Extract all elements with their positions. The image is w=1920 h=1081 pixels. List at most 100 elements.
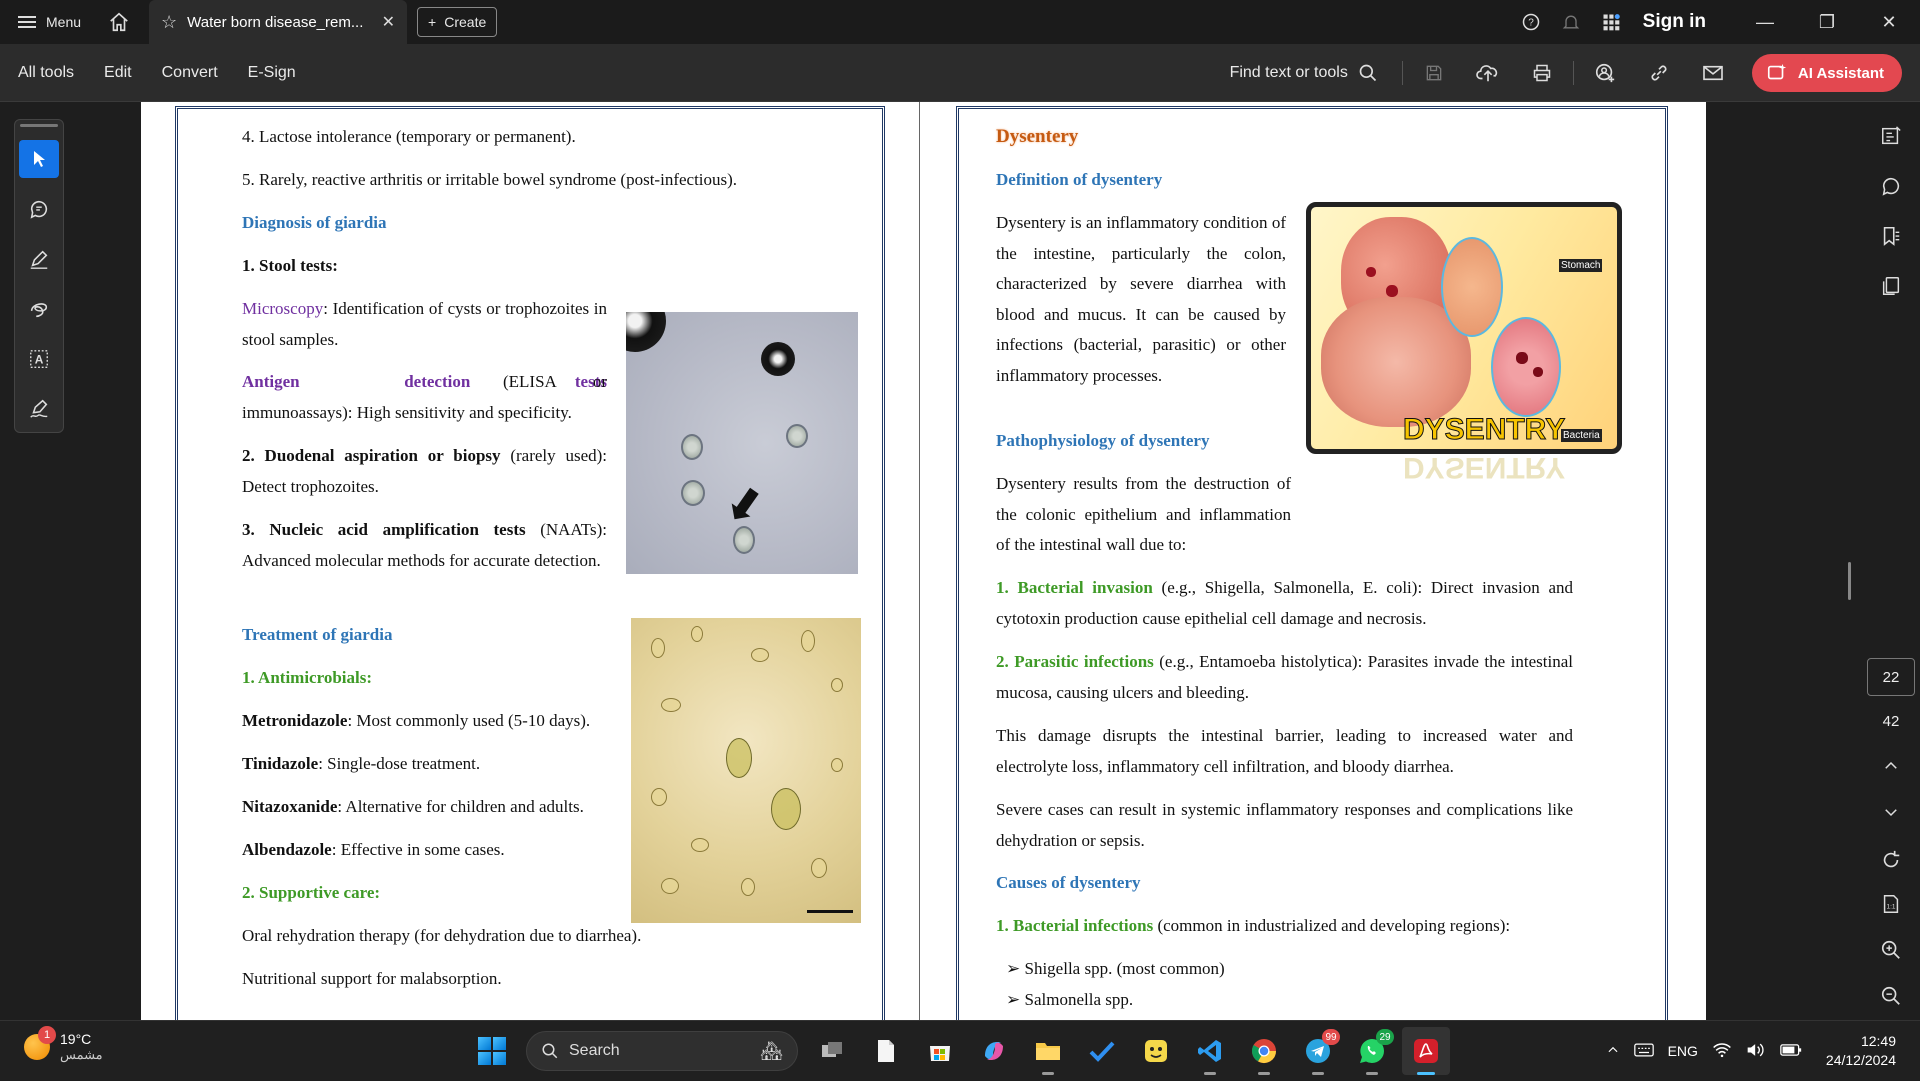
taskbar-search[interactable]: Search 🏘 xyxy=(526,1031,798,1071)
keyboard-icon[interactable] xyxy=(1633,1042,1654,1061)
rotate-icon[interactable] xyxy=(1871,840,1911,880)
acrobat-icon[interactable] xyxy=(1402,1027,1450,1075)
microsoft-store-icon[interactable] xyxy=(916,1027,964,1075)
pages-panel-icon[interactable] xyxy=(1871,266,1911,306)
sun-icon: 1 xyxy=(24,1026,56,1060)
document-viewer[interactable]: 4. Lactose intolerance (temporary or per… xyxy=(78,102,1862,1020)
term-label: 3. Nucleic acid amplification tests xyxy=(242,520,526,539)
section-heading: Pathophysiology of dysentery xyxy=(996,431,1210,450)
total-pages: 42 xyxy=(1882,712,1900,730)
wifi-icon[interactable] xyxy=(1712,1042,1732,1061)
zoom-out-icon[interactable] xyxy=(1871,976,1911,1016)
bookmarks-panel-icon[interactable] xyxy=(1871,216,1911,256)
paragraph: 2. Duodenal aspiration or biopsy (rarely… xyxy=(242,441,607,502)
section-heading: Diagnosis of giardia xyxy=(242,213,387,232)
palette-drag-handle[interactable] xyxy=(20,124,58,127)
running-indicator xyxy=(1417,1072,1435,1075)
paragraph: 1. Bacterial invasion (e.g., Shigella, S… xyxy=(996,573,1573,634)
app-icon[interactable] xyxy=(1132,1027,1180,1075)
weather-widget[interactable]: 1 19°C مشمس xyxy=(24,1026,103,1063)
image-title-text: DYSENTRY xyxy=(1402,413,1566,447)
volume-icon[interactable] xyxy=(1746,1042,1766,1061)
bell-icon[interactable] xyxy=(1551,0,1591,44)
drug-text: : Most commonly used (5-10 days). xyxy=(347,711,591,730)
document-tab[interactable]: ☆ Water born disease_rem... ✕ xyxy=(149,0,408,44)
create-button[interactable]: + Create xyxy=(417,7,498,37)
chevron-up-icon[interactable] xyxy=(1871,746,1911,786)
todo-icon[interactable] xyxy=(1078,1027,1126,1075)
paragraph: Nutritional support for malabsorption. xyxy=(242,969,502,988)
battery-icon[interactable] xyxy=(1780,1043,1802,1060)
ai-assistant-button[interactable]: AI Assistant xyxy=(1751,54,1902,92)
chrome-icon[interactable] xyxy=(1240,1027,1288,1075)
email-icon[interactable] xyxy=(1686,44,1740,102)
copilot-icon[interactable] xyxy=(970,1027,1018,1075)
notification-badge: 29 xyxy=(1376,1029,1394,1045)
add-comment-icon[interactable] xyxy=(19,190,59,228)
restore-icon[interactable]: ❐ xyxy=(1796,0,1858,44)
drug-item: Tinidazole: Single-dose treatment. xyxy=(242,749,480,780)
find-label: Find text or tools xyxy=(1229,64,1348,81)
file-explorer-icon[interactable] xyxy=(1024,1027,1072,1075)
notepad-icon[interactable] xyxy=(862,1027,910,1075)
search-icon xyxy=(542,1043,558,1059)
highlight-pen-icon[interactable] xyxy=(19,240,59,278)
drug-name: Metronidazole xyxy=(242,711,348,730)
home-icon[interactable] xyxy=(99,0,139,44)
print-icon[interactable] xyxy=(1515,44,1569,102)
subheading: 1. Stool tests: xyxy=(242,256,338,275)
telegram-icon[interactable]: 99 xyxy=(1294,1027,1342,1075)
close-tab-icon[interactable]: ✕ xyxy=(382,12,395,32)
paragraph: Microscopy: Identification of cysts or t… xyxy=(242,294,607,355)
sign-in-button[interactable]: Sign in xyxy=(1631,11,1734,33)
drug-name: Nitazoxanide xyxy=(242,797,338,816)
current-page-field[interactable]: 22 xyxy=(1867,658,1915,696)
system-clock[interactable]: 12:49 24/12/2024 xyxy=(1816,1032,1896,1070)
text-box-icon[interactable]: A xyxy=(19,340,59,378)
minimize-icon[interactable]: — xyxy=(1734,0,1796,44)
notification-badge: 99 xyxy=(1322,1029,1340,1045)
bullet-item: ➢ Shigella spp. (most common) xyxy=(1006,954,1225,985)
svg-text:A: A xyxy=(35,353,44,367)
help-icon[interactable]: ? xyxy=(1511,0,1551,44)
whatsapp-icon[interactable]: 29 xyxy=(1348,1027,1396,1075)
vertical-scrollbar[interactable] xyxy=(1848,562,1851,600)
language-indicator[interactable]: ENG xyxy=(1668,1043,1698,1059)
menu-edit[interactable]: Edit xyxy=(89,64,147,82)
clock-time: 12:49 xyxy=(1860,1033,1896,1049)
link-icon[interactable] xyxy=(1632,44,1686,102)
task-view-icon[interactable] xyxy=(808,1027,856,1075)
close-window-icon[interactable]: ✕ xyxy=(1858,0,1920,44)
term-label: 2. Parasitic infections xyxy=(996,652,1154,671)
menu-convert[interactable]: Convert xyxy=(147,64,233,82)
paragraph: Dysentery results from the destruction o… xyxy=(996,474,1291,554)
paragraph: 2. Parasitic infections (e.g., Entamoeba… xyxy=(996,647,1573,708)
vscode-icon[interactable] xyxy=(1186,1027,1234,1075)
svg-text:?: ? xyxy=(1528,17,1534,28)
start-button[interactable] xyxy=(468,1027,516,1075)
chevron-down-icon[interactable] xyxy=(1871,792,1911,832)
star-icon[interactable]: ☆ xyxy=(161,12,177,33)
draw-freehand-icon[interactable] xyxy=(19,290,59,328)
save-icon[interactable] xyxy=(1407,44,1461,102)
menu-all-tools[interactable]: All tools xyxy=(0,64,89,82)
bullet-arrow-icon: ➢ xyxy=(1006,959,1025,978)
menu-button[interactable]: Menu xyxy=(0,0,99,44)
sign-pen-icon[interactable] xyxy=(19,390,59,428)
left-tool-palette: A xyxy=(14,119,64,433)
upload-cloud-icon[interactable] xyxy=(1461,44,1515,102)
share-user-icon[interactable] xyxy=(1578,44,1632,102)
find-text-or-tools[interactable]: Find text or tools xyxy=(1230,63,1398,83)
chevron-up-icon[interactable] xyxy=(1606,1043,1620,1060)
edit-panel-icon[interactable] xyxy=(1871,116,1911,156)
menu-e-sign[interactable]: E-Sign xyxy=(233,64,311,82)
running-indicator xyxy=(1042,1072,1054,1075)
zoom-in-icon[interactable] xyxy=(1871,930,1911,970)
apps-grid-icon[interactable] xyxy=(1591,0,1631,44)
drug-text: : Alternative for children and adults. xyxy=(337,797,584,816)
select-cursor-icon[interactable] xyxy=(19,140,59,178)
comments-panel-icon[interactable] xyxy=(1871,166,1911,206)
fit-page-icon[interactable]: 1:1 xyxy=(1871,884,1911,924)
illustration-reflection: DYSENTRY xyxy=(1306,458,1622,518)
search-icon xyxy=(1359,64,1376,82)
